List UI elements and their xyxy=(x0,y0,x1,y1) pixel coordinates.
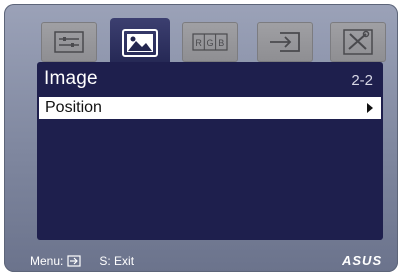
panel-title: Image xyxy=(44,68,98,89)
svg-text:G: G xyxy=(206,38,213,48)
exit-hint-label: S: Exit xyxy=(99,254,135,268)
svg-text:ASUS: ASUS xyxy=(342,253,382,267)
menu-hint-label: Menu: xyxy=(30,254,64,268)
image-icon xyxy=(122,29,158,57)
tab-splendid[interactable] xyxy=(41,22,97,62)
tools-icon xyxy=(343,29,373,55)
svg-text:B: B xyxy=(218,38,224,48)
footer-hint: Menu: S: Exit xyxy=(30,254,134,268)
svg-text:R: R xyxy=(195,38,202,48)
enter-icon xyxy=(67,255,81,267)
submenu-arrow-icon xyxy=(367,103,373,113)
tab-color[interactable]: R G B xyxy=(182,22,238,62)
input-arrow-icon xyxy=(270,32,300,52)
sliders-icon xyxy=(54,31,84,53)
menu-item-position[interactable]: Position xyxy=(39,97,381,119)
tab-image[interactable] xyxy=(110,18,170,68)
page-indicator: 2-2 xyxy=(351,72,373,89)
asus-logo: ASUS xyxy=(342,253,382,267)
menu-item-label: Position xyxy=(45,99,102,116)
tab-input-select[interactable] xyxy=(257,22,313,62)
tab-system-setup[interactable] xyxy=(330,22,386,62)
rgb-icon: R G B xyxy=(192,33,228,51)
image-menu-panel: Image 2-2 Position xyxy=(37,62,383,240)
